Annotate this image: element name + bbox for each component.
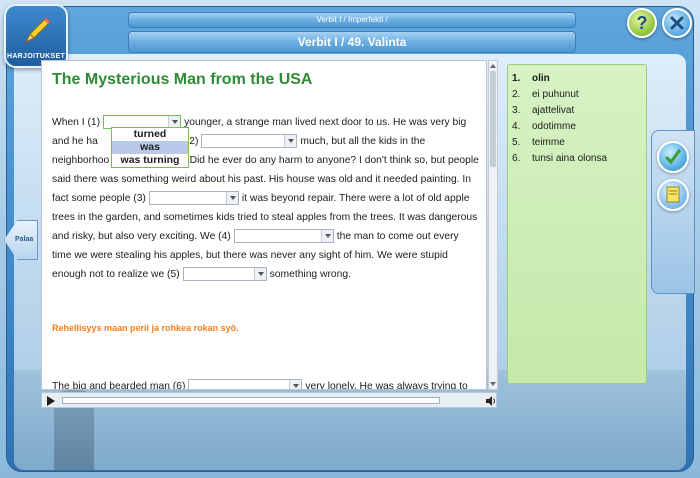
help-icon: ? bbox=[636, 12, 648, 33]
text-segment: very lonely. He was always trying to bbox=[305, 381, 468, 390]
answer-item: 2. ei puhunut bbox=[512, 89, 579, 100]
scroll-thumb[interactable] bbox=[490, 71, 496, 167]
check-icon bbox=[665, 149, 681, 165]
text-segment: When I (1) bbox=[52, 117, 101, 128]
exercise-heading: The Mysterious Man from the USA bbox=[52, 71, 313, 88]
help-button[interactable]: ? bbox=[627, 8, 657, 38]
chevron-down-icon bbox=[225, 192, 238, 205]
gap-select-5[interactable] bbox=[182, 267, 267, 282]
app-logo[interactable]: HARJOITUKSET bbox=[4, 4, 68, 68]
gap-select-3[interactable] bbox=[148, 191, 239, 206]
scroll-down-icon[interactable] bbox=[489, 380, 497, 388]
logo-text: HARJOITUKSET bbox=[6, 53, 66, 60]
pencil-icon bbox=[24, 17, 51, 44]
gap-select-4[interactable] bbox=[233, 229, 334, 244]
check-button[interactable] bbox=[657, 141, 689, 173]
page-title: Verbit I / 49. Valinta bbox=[128, 31, 576, 53]
chevron-down-icon bbox=[320, 230, 333, 243]
dropdown-option-selected[interactable]: was bbox=[112, 141, 188, 154]
gap-1-dropdown-list: turned was was turning bbox=[111, 127, 189, 168]
chevron-down-icon bbox=[253, 268, 266, 281]
text-segment: The big and bearded man (6) bbox=[52, 381, 186, 390]
volume-icon[interactable] bbox=[485, 395, 497, 407]
audio-progress-track[interactable] bbox=[62, 397, 440, 404]
close-icon bbox=[670, 16, 684, 30]
chevron-down-icon bbox=[284, 135, 297, 148]
scroll-up-icon[interactable] bbox=[489, 62, 497, 70]
dropdown-option[interactable]: turned bbox=[112, 128, 188, 141]
notes-icon bbox=[666, 186, 680, 203]
dropdown-option[interactable]: was turning bbox=[112, 154, 188, 167]
gap-select-2[interactable] bbox=[201, 134, 298, 149]
back-button-label: Palaa bbox=[15, 236, 34, 243]
play-icon[interactable] bbox=[47, 396, 55, 406]
content-scrollbar[interactable] bbox=[488, 60, 498, 390]
notes-button[interactable] bbox=[657, 179, 689, 211]
breadcrumb: Verbit I / Imperfekti / bbox=[128, 12, 576, 28]
exercise-panel: The Mysterious Man from the USA When I (… bbox=[41, 60, 487, 390]
audio-player bbox=[41, 392, 497, 408]
chevron-down-icon bbox=[289, 380, 302, 389]
tool-panel bbox=[651, 130, 695, 294]
answer-item: 4. odotimme bbox=[512, 121, 576, 132]
answer-item: 1. olin bbox=[512, 73, 550, 84]
text-segment: something wrong. bbox=[269, 269, 351, 280]
close-button[interactable] bbox=[662, 8, 692, 38]
proverb-text: Rehellisyys maan perii ja rohkea rokan s… bbox=[52, 323, 239, 333]
answer-item: 3. ajattelivat bbox=[512, 105, 575, 116]
exercise-paragraph-2: The big and bearded man (6) very lonely. … bbox=[52, 377, 482, 390]
answer-item: 5. teimme bbox=[512, 137, 565, 148]
answers-panel: 1. olin 2. ei puhunut 3. ajattelivat 4. odot… bbox=[507, 64, 647, 384]
gap-select-6[interactable] bbox=[188, 379, 303, 389]
answer-item: 6. tunsi aina olonsa bbox=[512, 153, 608, 164]
